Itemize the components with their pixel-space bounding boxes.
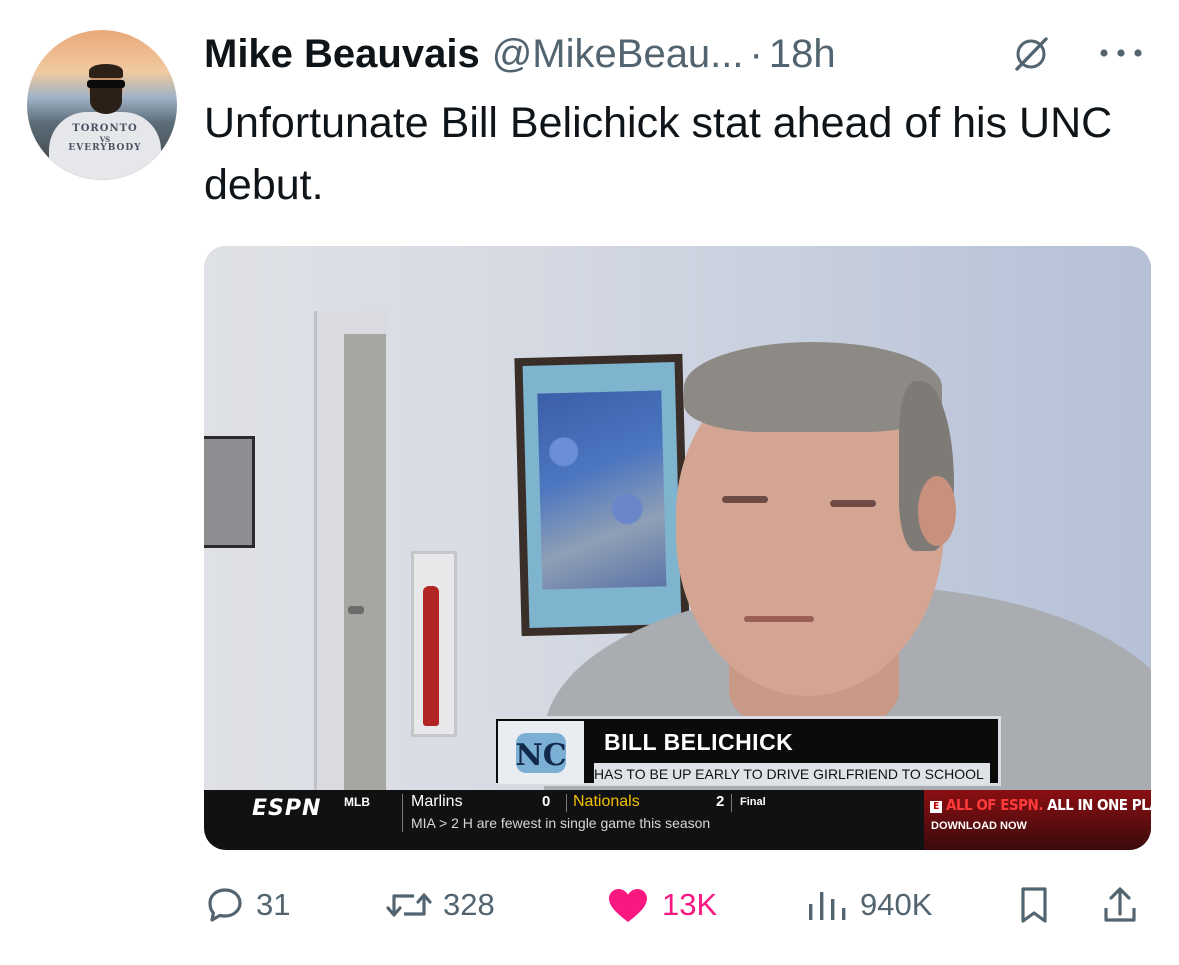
like-action[interactable]: 13K bbox=[604, 880, 717, 930]
media-door-handle bbox=[348, 606, 364, 614]
repost-action[interactable]: 328 bbox=[385, 880, 495, 930]
espn-e-icon: E bbox=[930, 801, 942, 813]
avatar-hair bbox=[89, 64, 123, 78]
avatar-beard bbox=[90, 88, 122, 114]
ticker-league: MLB bbox=[344, 795, 370, 809]
reply-action[interactable]: 31 bbox=[204, 880, 290, 930]
media-mouth bbox=[744, 616, 814, 622]
ticker-score-home: 2 bbox=[716, 793, 725, 810]
separator-dot: · bbox=[749, 32, 763, 76]
shirt-text-bottom: EVERYBODY bbox=[68, 143, 142, 153]
media-eye-left bbox=[722, 496, 768, 503]
view-count: 940K bbox=[860, 887, 933, 922]
ticker-game-status: Final bbox=[740, 796, 766, 808]
grok-icon[interactable] bbox=[1010, 33, 1052, 75]
repost-icon bbox=[386, 893, 432, 917]
like-count: 13K bbox=[662, 887, 718, 922]
more-icon[interactable] bbox=[1096, 40, 1146, 66]
ticker-separator bbox=[402, 794, 403, 832]
views-icon bbox=[809, 892, 846, 920]
share-action[interactable] bbox=[1100, 880, 1140, 930]
author-name[interactable]: Mike Beauvais bbox=[204, 30, 480, 78]
like-icon bbox=[609, 889, 647, 922]
bookmark-action[interactable] bbox=[1016, 880, 1052, 930]
views-action[interactable]: 940K bbox=[804, 880, 932, 930]
author-handle[interactable]: @MikeBeau... bbox=[492, 30, 744, 78]
bookmark-icon bbox=[1021, 887, 1047, 923]
reply-count: 31 bbox=[256, 887, 291, 922]
lower-third-name: BILL BELICHICK bbox=[604, 729, 794, 755]
media-left-frame bbox=[204, 436, 255, 548]
svg-text:NC: NC bbox=[515, 738, 566, 773]
ticker-team-away: Marlins bbox=[411, 793, 463, 810]
shirt-text-top: TORONTO bbox=[72, 123, 138, 134]
ad-cta: DOWNLOAD NOW bbox=[931, 820, 1027, 832]
ticker-score-away: 0 bbox=[542, 793, 551, 810]
ticker-stat: MIA > 2 H are fewest in single game this… bbox=[411, 815, 711, 831]
score-ticker: ESPN MLB Marlins 0 Nationals 2 Final MIA… bbox=[204, 790, 1151, 850]
tweet-header: Mike Beauvais @MikeBeau... · 18h bbox=[204, 30, 836, 78]
ticker-team-home: Nationals bbox=[573, 793, 640, 810]
tweet-text: Unfortunate Bill Belichick stat ahead of… bbox=[204, 99, 1113, 209]
avatar-shirt: TORONTO VS EVERYBODY bbox=[49, 112, 161, 180]
ad-headline: E ALL OF ESPN. ALL IN ONE PLA bbox=[930, 796, 1151, 814]
ad-headline-red: ALL OF ESPN. bbox=[946, 796, 1043, 814]
avatar[interactable]: TORONTO VS EVERYBODY bbox=[27, 30, 177, 180]
espn-ad-banner: E ALL OF ESPN. ALL IN ONE PLA DOWNLOAD NO… bbox=[924, 790, 1151, 850]
share-icon bbox=[1104, 887, 1136, 922]
reply-icon bbox=[208, 888, 242, 922]
media-fire-extinguisher bbox=[423, 586, 439, 726]
ticker-separator bbox=[566, 794, 567, 812]
ticker-separator bbox=[731, 794, 732, 812]
media-eye-right bbox=[830, 500, 876, 507]
avatar-sunglasses bbox=[87, 80, 125, 88]
lower-third-subtitle: HAS TO BE UP EARLY TO DRIVE GIRLFRIEND T… bbox=[594, 763, 990, 785]
tweet-media[interactable]: NC BILL BELICHICK HAS TO BE UP EARLY TO … bbox=[204, 246, 1151, 850]
repost-count: 328 bbox=[443, 887, 495, 922]
unc-logo-box: NC bbox=[498, 721, 584, 784]
media-ear bbox=[918, 476, 956, 546]
timestamp[interactable]: 18h bbox=[769, 30, 836, 78]
media-door bbox=[344, 334, 386, 796]
ad-headline-white: ALL IN ONE PLA bbox=[1042, 796, 1151, 814]
shirt-text-middle: VS bbox=[99, 135, 111, 144]
unc-logo-icon: NC bbox=[515, 733, 567, 773]
lower-third: NC BILL BELICHICK HAS TO BE UP EARLY TO … bbox=[493, 716, 1001, 786]
espn-logo: ESPN bbox=[252, 796, 322, 821]
